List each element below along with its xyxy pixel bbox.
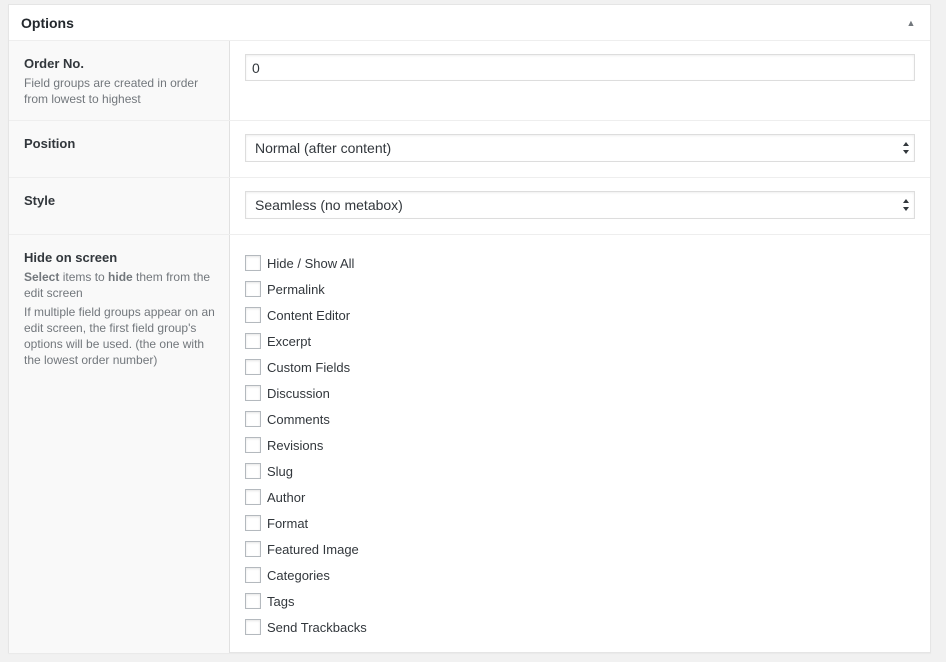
position-selected-value: Normal (after content) (255, 140, 392, 156)
checkbox[interactable] (245, 333, 261, 349)
check-label: Discussion (267, 385, 330, 401)
check-item-featured-image[interactable]: Featured Image (245, 536, 915, 562)
row-style: Style Seamless (no metabox) (9, 178, 930, 235)
desc-items-to: items to (59, 270, 109, 284)
check-item-author[interactable]: Author (245, 484, 915, 510)
check-item-categories[interactable]: Categories (245, 562, 915, 588)
collapse-triangle-icon[interactable]: ▲ (904, 18, 918, 28)
input-cell-style: Seamless (no metabox) (230, 178, 930, 234)
check-item-send-trackbacks[interactable]: Send Trackbacks (245, 614, 915, 640)
check-item-discussion[interactable]: Discussion (245, 380, 915, 406)
check-item-comments[interactable]: Comments (245, 406, 915, 432)
input-cell-position: Normal (after content) (230, 121, 930, 177)
checkbox[interactable] (245, 489, 261, 505)
check-item-revisions[interactable]: Revisions (245, 432, 915, 458)
checkbox[interactable] (245, 385, 261, 401)
checkbox[interactable] (245, 437, 261, 453)
style-select[interactable]: Seamless (no metabox) (245, 191, 915, 219)
label-cell-hide-on-screen: Hide on screen Select items to hide them… (9, 235, 230, 653)
checkbox[interactable] (245, 255, 261, 271)
row-order-no: Order No. Field groups are created in or… (9, 41, 930, 121)
check-label: Format (267, 515, 309, 531)
label-cell-style: Style (9, 178, 230, 234)
order-no-label: Order No. (24, 56, 84, 71)
checkbox[interactable] (245, 307, 261, 323)
desc-hide-word: hide (108, 270, 133, 284)
position-label: Position (24, 136, 76, 151)
desc-select-word: Select (24, 270, 60, 284)
check-label: Custom Fields (267, 359, 351, 375)
check-label: Slug (267, 463, 294, 479)
checkbox[interactable] (245, 359, 261, 375)
check-label: Categories (267, 567, 330, 583)
select-arrows-icon (903, 199, 909, 211)
options-table: Order No. Field groups are created in or… (9, 41, 930, 653)
check-label: Send Trackbacks (267, 619, 367, 635)
check-label: Comments (267, 411, 330, 427)
check-item-content-editor[interactable]: Content Editor (245, 302, 915, 328)
hide-on-screen-note: If multiple field groups appear on an ed… (24, 305, 215, 367)
order-no-description: Field groups are created in order from l… (24, 76, 199, 106)
select-arrows-icon (903, 142, 909, 154)
check-item-excerpt[interactable]: Excerpt (245, 328, 915, 354)
style-label: Style (24, 193, 56, 208)
input-cell-hide-on-screen: Hide / Show All Permalink Content Editor… (230, 235, 930, 653)
metabox-header[interactable]: Options ▲ (9, 5, 930, 41)
check-item-tags[interactable]: Tags (245, 588, 915, 614)
check-label: Content Editor (267, 307, 351, 323)
check-label: Featured Image (267, 541, 359, 557)
check-item-custom-fields[interactable]: Custom Fields (245, 354, 915, 380)
checkbox[interactable] (245, 463, 261, 479)
hide-on-screen-checklist: Hide / Show All Permalink Content Editor… (245, 247, 915, 640)
check-label: Author (267, 489, 306, 505)
check-label: Hide / Show All (267, 255, 355, 271)
check-item-slug[interactable]: Slug (245, 458, 915, 484)
check-label: Permalink (267, 281, 325, 297)
checkbox[interactable] (245, 567, 261, 583)
hide-on-screen-label: Hide on screen (24, 250, 118, 265)
check-label: Revisions (267, 437, 324, 453)
input-cell-order-no (230, 41, 930, 120)
metabox-title: Options (21, 14, 74, 31)
checkbox[interactable] (245, 619, 261, 635)
label-cell-position: Position (9, 121, 230, 177)
checkbox[interactable] (245, 541, 261, 557)
style-selected-value: Seamless (no metabox) (255, 197, 403, 213)
check-label: Tags (267, 593, 295, 609)
check-item-permalink[interactable]: Permalink (245, 276, 915, 302)
label-cell-order-no: Order No. Field groups are created in or… (9, 41, 230, 120)
checkbox[interactable] (245, 515, 261, 531)
checkbox[interactable] (245, 593, 261, 609)
options-metabox: Options ▲ Order No. Field groups are cre… (8, 4, 931, 653)
row-position: Position Normal (after content) (9, 121, 930, 178)
order-no-input[interactable] (245, 54, 915, 81)
check-item-format[interactable]: Format (245, 510, 915, 536)
checkbox[interactable] (245, 411, 261, 427)
checkbox[interactable] (245, 281, 261, 297)
row-hide-on-screen: Hide on screen Select items to hide them… (9, 235, 930, 653)
check-label: Excerpt (267, 333, 312, 349)
hide-on-screen-description: Select items to hide them from the edit … (24, 269, 214, 301)
position-select[interactable]: Normal (after content) (245, 134, 915, 162)
check-item-hide-show-all[interactable]: Hide / Show All (245, 250, 915, 276)
